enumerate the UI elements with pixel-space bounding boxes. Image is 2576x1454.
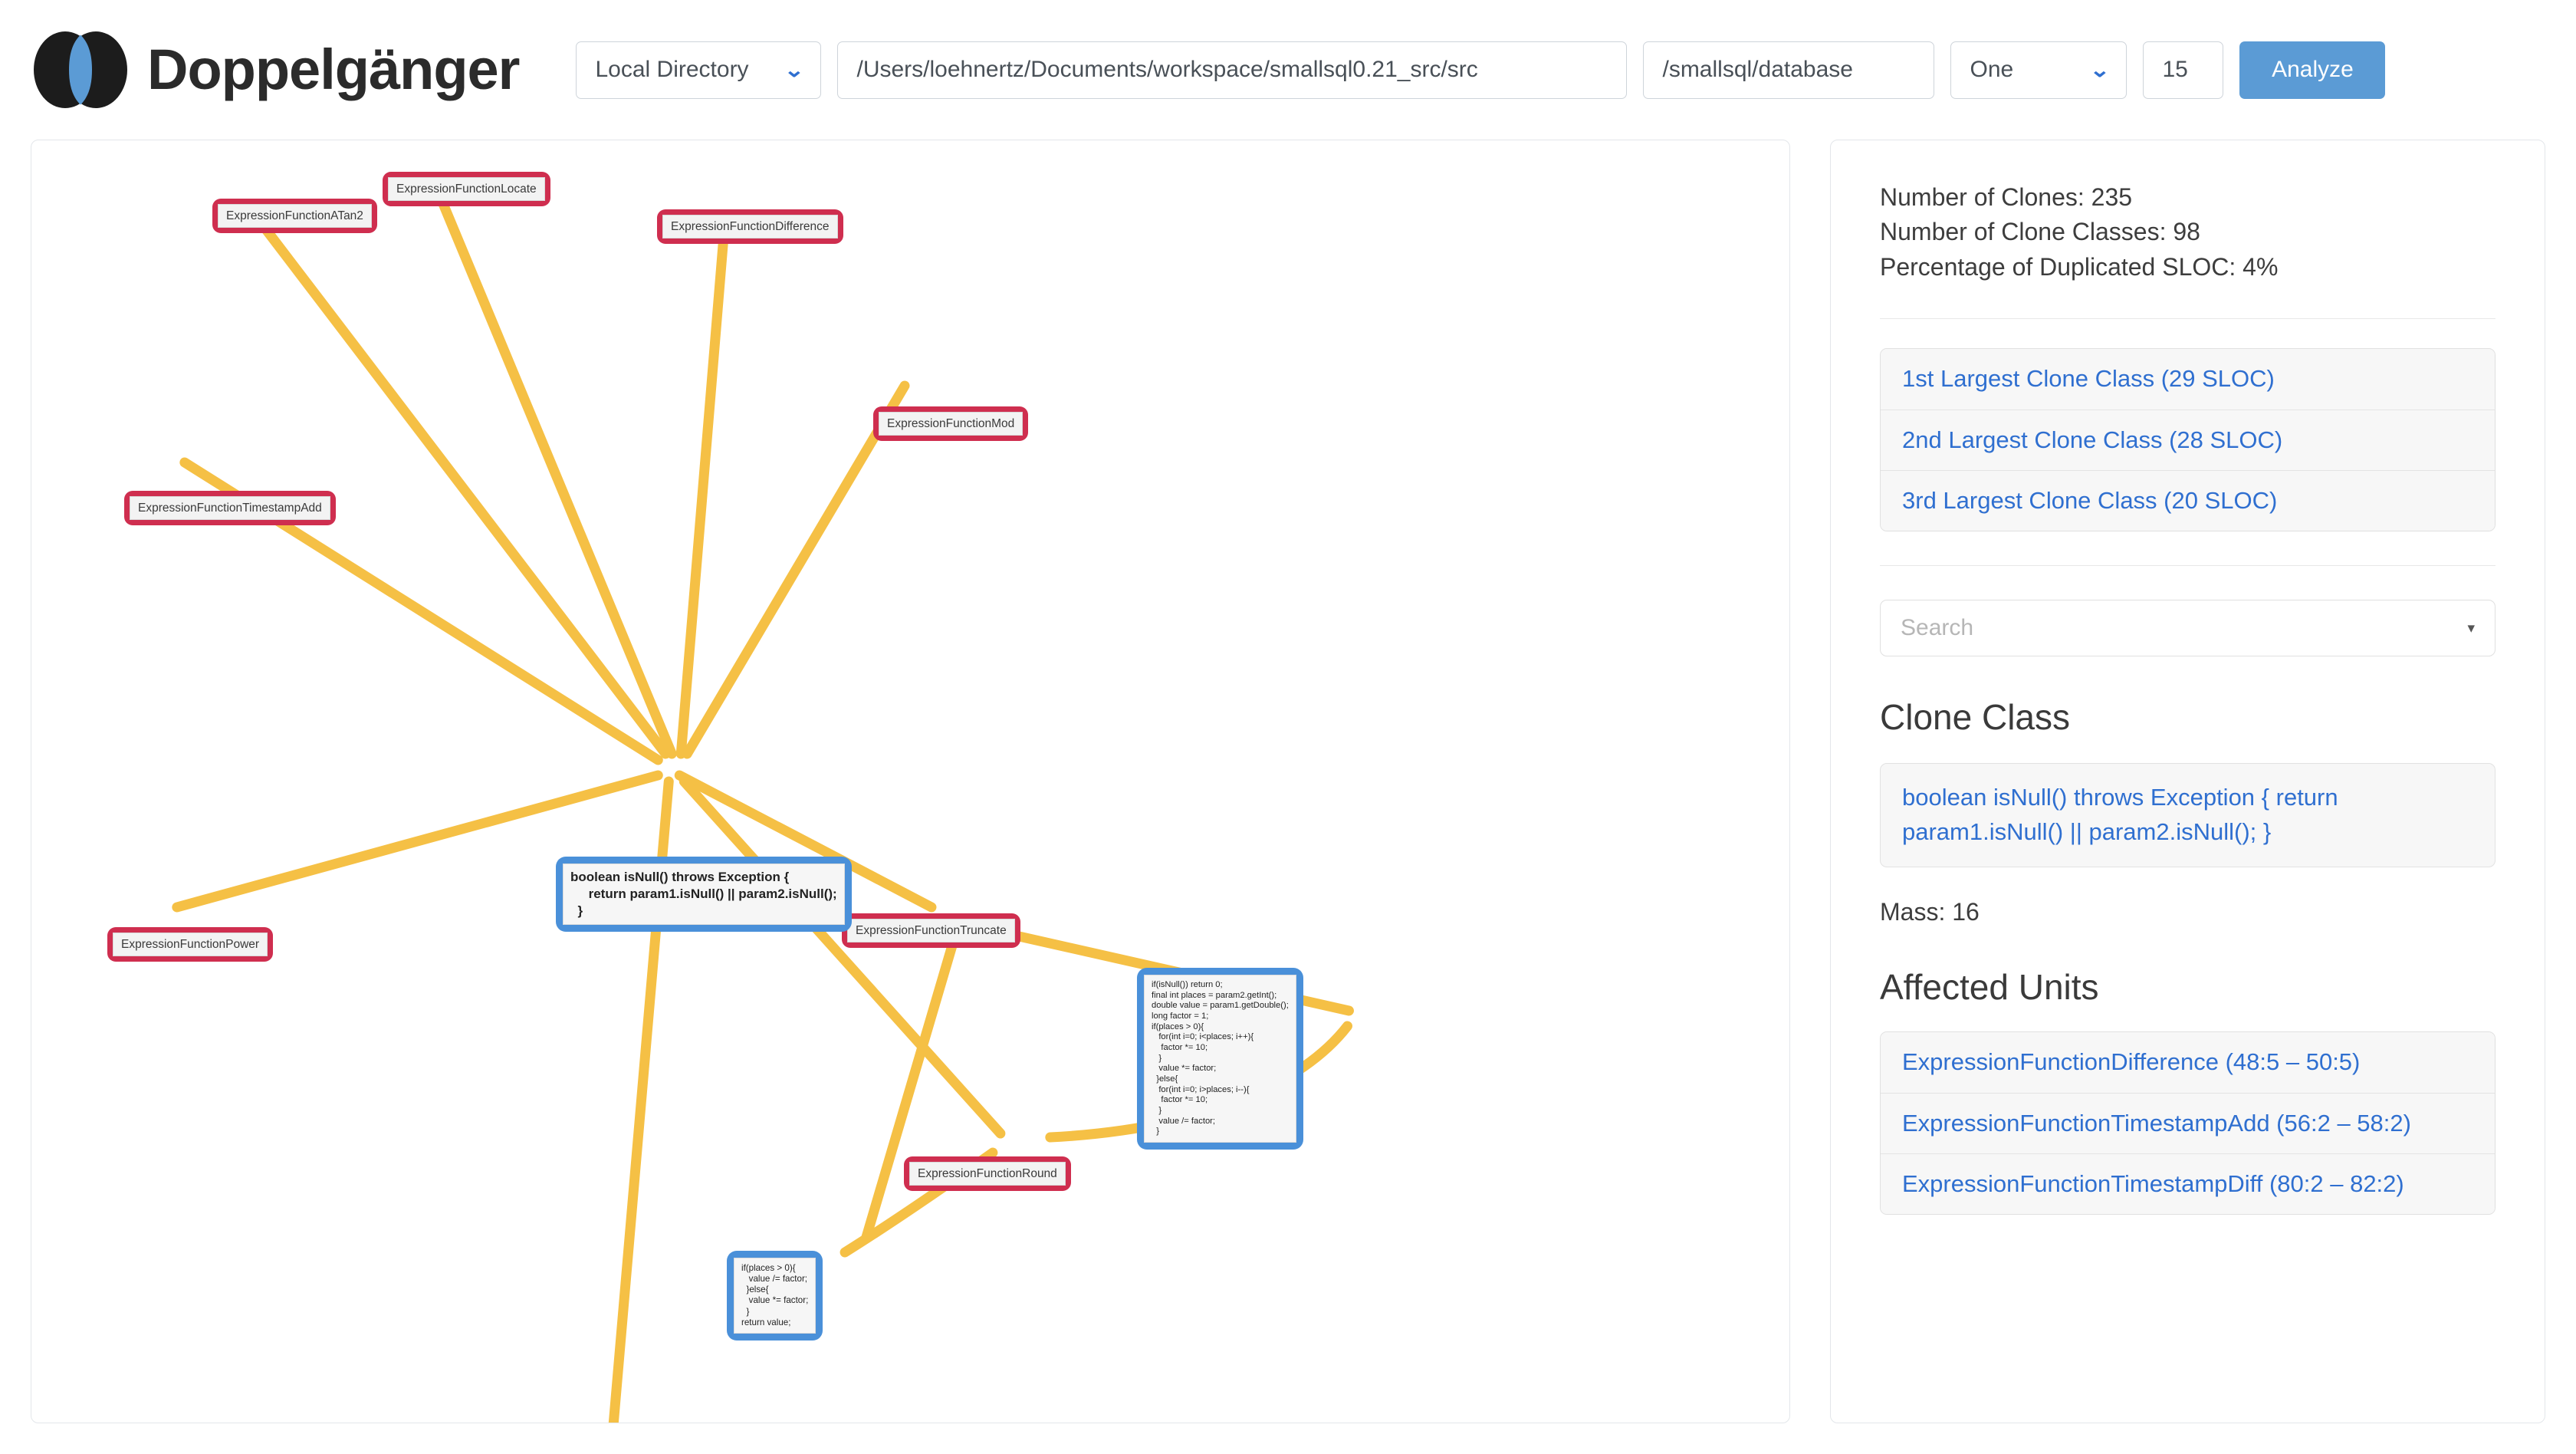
list-item[interactable]: ExpressionFunctionTimestampDiff (80:2 – … [1881,1154,2495,1215]
clone-node-small-code[interactable]: if(places > 0){ value /= factor; }else{ … [727,1251,823,1341]
mode-select[interactable]: One ⌄ [1950,41,2128,99]
clone-node-code: boolean isNull() throws Exception { retu… [563,864,845,926]
graph-edges [172,181,1354,1423]
main-layout: ExpressionFunctionATan2 ExpressionFuncti… [0,140,2576,1454]
unit-node-round[interactable]: ExpressionFunctionRound [904,1156,1071,1192]
brand: Doppelgänger [31,30,520,110]
search-select[interactable]: Search ▾ [1880,600,2496,657]
list-item[interactable]: 3rd Largest Clone Class (20 SLOC) [1881,470,2495,531]
clone-graph-canvas[interactable]: ExpressionFunctionATan2 ExpressionFuncti… [31,140,1790,1423]
largest-clone-classes-list: 1st Largest Clone Class (29 SLOC) 2nd La… [1880,348,2496,532]
mass-threshold-input[interactable]: 15 [2143,41,2224,99]
clone-class-code: boolean isNull() throws Exception { retu… [1902,784,2338,846]
clone-node-code: if(places > 0){ value /= factor; }else{ … [734,1258,816,1334]
divider [1880,318,2496,320]
unit-node-label: ExpressionFunctionTruncate [847,919,1015,943]
unit-node-power[interactable]: ExpressionFunctionPower [107,927,274,962]
edge-center-mod [682,380,910,759]
affected-units-list: ExpressionFunctionDifference (48:5 – 50:… [1880,1031,2496,1216]
unit-node-mod[interactable]: ExpressionFunctionMod [873,406,1029,442]
source-type-select[interactable]: Local Directory ⌄ [576,41,822,99]
unit-node-label: ExpressionFunctionRound [909,1162,1066,1186]
edge-center-difference [675,219,730,759]
edge-center-locate [431,181,677,759]
chevron-down-icon: ⌄ [2088,58,2111,81]
chevron-down-icon: ⌄ [783,58,805,81]
unit-node-label: ExpressionFunctionPower [113,933,268,957]
source-type-value: Local Directory [595,57,749,82]
unit-node-difference[interactable]: ExpressionFunctionDifference [657,209,843,245]
clone-node-center[interactable]: boolean isNull() throws Exception { retu… [556,857,852,933]
clone-class-mass: Mass: 16 [1880,898,1980,926]
search-placeholder: Search [1901,615,1974,641]
clone-class-code-box[interactable]: boolean isNull() throws Exception { retu… [1880,763,2496,868]
list-item[interactable]: 2nd Largest Clone Class (28 SLOC) [1881,410,2495,471]
unit-node-atan2[interactable]: ExpressionFunctionATan2 [212,199,377,234]
mode-value: One [1970,57,2014,82]
list-item[interactable]: ExpressionFunctionDifference (48:5 – 50:… [1881,1032,2495,1094]
clone-class-heading: Clone Class [1880,697,2070,738]
mass-threshold-value: 15 [2162,57,2188,82]
unit-node-label: ExpressionFunctionMod [879,412,1024,436]
venn-diagram-logo-icon [34,31,127,108]
analyze-button[interactable]: Analyze [2239,41,2386,99]
stat-percentage-duplicated-sloc: Percentage of Duplicated SLOC: 4% [1880,252,2279,281]
unit-node-label: ExpressionFunctionTimestampAdd [130,496,330,521]
toolbar-controls: Local Directory ⌄ /Users/loehnertz/Docum… [576,41,2386,99]
subpath-value: /smallsql/database [1662,57,1853,82]
list-item[interactable]: ExpressionFunctionTimestampAdd (56:2 – 5… [1881,1093,2495,1155]
unit-node-truncate[interactable]: ExpressionFunctionTruncate [842,913,1020,949]
stat-number-of-clones: Number of Clones: 235 [1880,183,2133,211]
divider [1880,565,2496,567]
stat-number-of-clone-classes: Number of Clone Classes: 98 [1880,218,2200,246]
app-toolbar: Doppelgänger Local Directory ⌄ /Users/lo… [0,0,2576,140]
clone-node-round-code[interactable]: if(isNull()) return 0; final int places … [1137,968,1303,1150]
directory-path-input[interactable]: /Users/loehnertz/Documents/workspace/sma… [837,41,1628,99]
list-item[interactable]: 1st Largest Clone Class (29 SLOC) [1881,349,2495,410]
unit-node-label: ExpressionFunctionATan2 [218,204,372,229]
unit-node-locate[interactable]: ExpressionFunctionLocate [383,172,550,207]
affected-units-heading: Affected Units [1880,967,2099,1008]
details-sidebar: Number of Clones: 235 Number of Clone Cl… [1830,140,2545,1423]
directory-path-value: /Users/loehnertz/Documents/workspace/sma… [856,57,1478,82]
unit-node-label: ExpressionFunctionLocate [388,177,545,202]
clone-node-code: if(isNull()) return 0; final int places … [1144,975,1296,1143]
summary-stats: Number of Clones: 235 Number of Clone Cl… [1880,180,2496,285]
subpath-input[interactable]: /smallsql/database [1643,41,1935,99]
edge-center-atan2 [248,208,671,759]
caret-down-icon: ▾ [2467,620,2475,637]
unit-node-timestamp-add[interactable]: ExpressionFunctionTimestampAdd [124,491,336,526]
unit-node-label: ExpressionFunctionDifference [662,215,838,239]
page-title: Doppelgänger [147,38,520,101]
